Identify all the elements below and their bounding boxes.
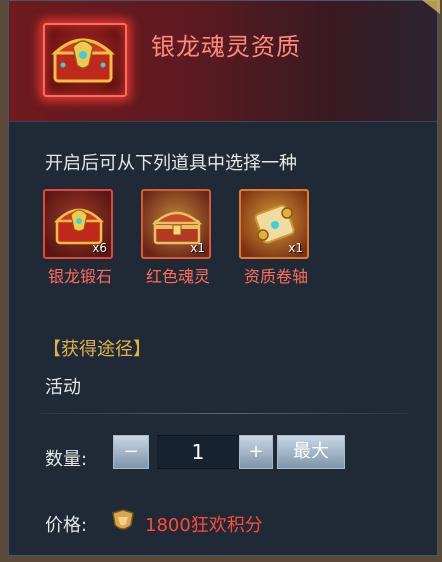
item-title: 银龙魂灵资质	[151, 33, 301, 61]
item-tooltip-panel: 银龙魂灵资质 开启后可从下列道具中选择一种 x6 银龙锻石 x1 红色魂灵 x1…	[8, 0, 438, 556]
red-chest-icon: x6	[43, 189, 113, 259]
scroll-icon: x1	[239, 189, 309, 259]
gold-chest-icon: x1	[141, 189, 211, 259]
minus-icon: −	[123, 441, 139, 462]
reward-item-silver-dragon-stone[interactable]: x6 银龙锻石	[43, 189, 117, 287]
quantity-input[interactable]: 1	[157, 435, 239, 469]
increase-button[interactable]: +	[239, 435, 273, 469]
item-label: 银龙锻石	[47, 267, 112, 286]
tooltip-header: 银龙魂灵资质	[9, 1, 437, 122]
item-description: 开启后可从下列道具中选择一种	[45, 153, 297, 174]
divider	[39, 413, 409, 414]
item-count: x6	[92, 241, 107, 255]
treasure-chest-icon	[43, 23, 127, 97]
price-label: 价格:	[45, 515, 88, 536]
reward-item-red-soul[interactable]: x1 红色魂灵	[141, 189, 215, 287]
quantity-label: 数量:	[45, 449, 88, 470]
item-label: 资质卷轴	[243, 267, 308, 286]
shield-coin-icon	[109, 507, 137, 535]
source-heading: 【获得途径】	[43, 339, 151, 360]
source-text: 活动	[45, 377, 81, 398]
plus-icon: +	[248, 441, 264, 462]
price-value: 1800狂欢积分	[145, 515, 263, 536]
item-count: x1	[190, 241, 205, 255]
item-label: 红色魂灵	[145, 267, 210, 286]
max-button[interactable]: 最大	[277, 435, 345, 469]
reward-item-aptitude-scroll[interactable]: x1 资质卷轴	[239, 189, 313, 287]
decrease-button[interactable]: −	[113, 435, 149, 469]
item-count: x1	[288, 241, 303, 255]
corner-ornament-icon	[420, 0, 440, 16]
